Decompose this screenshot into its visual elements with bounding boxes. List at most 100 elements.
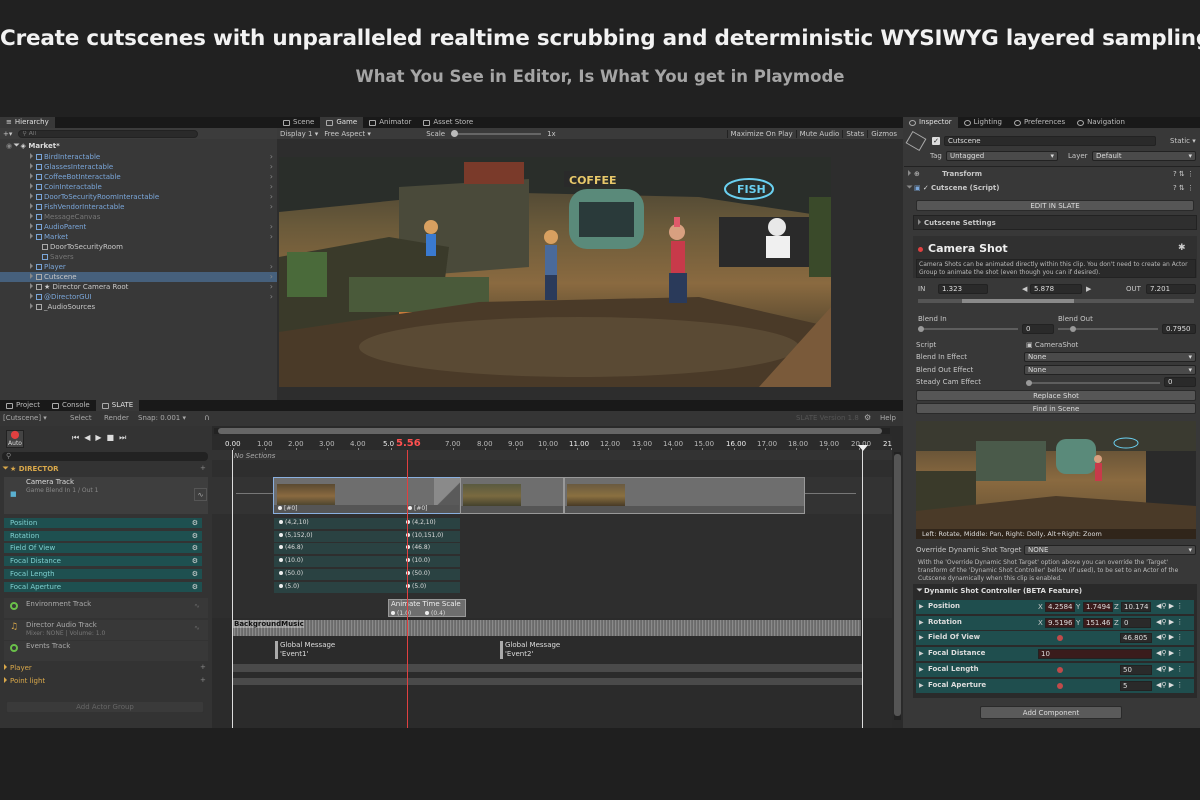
curve-icon[interactable]: ∿ xyxy=(194,488,207,501)
chevron-right-icon[interactable]: › xyxy=(270,292,273,302)
timeline-scrollbar[interactable] xyxy=(214,428,890,434)
slate-snap-dropdown[interactable]: Snap: 0.001 ▾ xyxy=(138,414,186,422)
tab-hierarchy[interactable]: ≡ Hierarchy xyxy=(0,117,55,128)
gear-icon[interactable]: ⚙ xyxy=(192,582,198,592)
track-search-input[interactable]: ⚲ xyxy=(2,452,208,461)
expand-arrow-icon[interactable] xyxy=(30,183,33,189)
expand-arrow-icon[interactable] xyxy=(30,163,33,169)
director-add-icon[interactable]: + xyxy=(200,464,206,472)
game-view[interactable]: COFFEE FISH xyxy=(279,157,831,387)
keyframe-nav-icons[interactable]: ◀⚲ ▶ ⋮ xyxy=(1156,618,1183,626)
expand-arrow-icon[interactable] xyxy=(30,173,33,179)
keyframe[interactable]: (10.0) xyxy=(406,557,430,564)
audio-track-label[interactable]: Director Audio Track xyxy=(26,621,97,629)
vector-field[interactable]: 4.2584 xyxy=(1045,602,1075,612)
keyframe[interactable]: (50.0) xyxy=(406,570,430,577)
slate-settings-icon[interactable]: ⚙ xyxy=(864,413,871,422)
hierarchy-item[interactable]: Cutscene › xyxy=(0,272,277,282)
cutscene-settings-foldout[interactable]: Cutscene Settings xyxy=(918,218,996,228)
active-checkbox[interactable]: ✓ xyxy=(932,137,940,145)
keyframe-nav-icons[interactable]: ◀⚲ ▶ ⋮ xyxy=(1156,633,1183,641)
slate-render-button[interactable]: Render xyxy=(104,414,129,422)
chevron-right-icon[interactable]: › xyxy=(270,172,273,182)
expand-arrow-icon[interactable] xyxy=(30,283,33,289)
player-add-icon[interactable]: + xyxy=(200,663,206,671)
hierarchy-item[interactable]: Market › xyxy=(0,232,277,242)
keyframe[interactable]: (46.8) xyxy=(279,544,303,551)
audio-curve-icon[interactable]: ∿ xyxy=(194,624,200,632)
vector-field[interactable]: 1.7494 xyxy=(1083,602,1113,612)
hierarchy-item[interactable]: MessageCanvas xyxy=(0,212,277,222)
find-in-scene-button[interactable]: Find in Scene xyxy=(916,403,1196,414)
mute-audio-button[interactable]: Mute Audio xyxy=(795,129,843,138)
value-field[interactable]: 10 xyxy=(1038,649,1152,660)
scene-root[interactable]: ◉ ◈ Market* xyxy=(0,141,277,151)
expand-arrow-icon[interactable] xyxy=(30,293,33,299)
vector-field[interactable]: 9.5196 xyxy=(1045,617,1075,628)
keyframe-nav-icons[interactable]: ◀⚲ ▶ ⋮ xyxy=(1156,649,1183,657)
expand-arrow-icon[interactable] xyxy=(30,213,33,219)
expand-arrow-icon[interactable]: ▶ xyxy=(919,666,924,673)
tab-asset-store[interactable]: Asset Store xyxy=(417,117,479,128)
gear-icon[interactable]: ⚙ xyxy=(192,531,198,541)
keyframe[interactable]: (4,2,10) xyxy=(406,519,436,526)
playhead-time[interactable]: 5.56 xyxy=(396,438,421,449)
chevron-right-icon[interactable]: › xyxy=(270,282,273,292)
player-group[interactable]: Player xyxy=(4,664,32,672)
director-group[interactable]: ★ DIRECTOR xyxy=(2,465,59,473)
hierarchy-item[interactable]: _AudioSources xyxy=(0,302,277,312)
keyframe[interactable]: (10.0) xyxy=(279,557,303,564)
tag-dropdown[interactable]: Untagged ▾ xyxy=(946,151,1058,161)
environment-track-label[interactable]: Environment Track xyxy=(26,600,91,608)
point-light-add-icon[interactable]: + xyxy=(200,676,206,684)
hierarchy-item[interactable]: DoorToSecurityRoom xyxy=(0,242,277,252)
out-field[interactable]: 7.201 xyxy=(1146,284,1196,294)
tab-slate[interactable]: SLATE xyxy=(95,400,140,411)
gizmos-button[interactable]: Gizmos xyxy=(867,129,900,138)
blend-out-field[interactable]: 0.7950 xyxy=(1162,324,1196,334)
keyframe-nav-icons[interactable]: ◀⚲ ▶ ⋮ xyxy=(1156,602,1183,610)
hierarchy-item[interactable]: FishVendorInteractable › xyxy=(0,202,277,212)
expand-arrow-icon[interactable]: ▶ xyxy=(919,682,924,689)
env-curve-icon[interactable]: ∿ xyxy=(194,602,200,610)
gear-icon[interactable]: ⚙ xyxy=(192,543,198,553)
magnet-icon[interactable]: ∩ xyxy=(204,413,210,422)
keyframe[interactable]: (5.0) xyxy=(406,583,426,590)
hierarchy-item[interactable]: BirdInteractable › xyxy=(0,152,277,162)
scale-slider[interactable] xyxy=(451,129,542,137)
add-actor-group-button[interactable]: Add Actor Group xyxy=(6,701,204,713)
hierarchy-item[interactable]: GlassesInteractable › xyxy=(0,162,277,172)
hierarchy-search-input[interactable]: ⚲ All xyxy=(18,129,199,138)
hierarchy-item[interactable]: Player › xyxy=(0,262,277,272)
length-field[interactable]: 5.878 xyxy=(1030,284,1082,294)
camera-track-label[interactable]: Camera Track xyxy=(26,478,74,486)
keyframe[interactable]: (46.8) xyxy=(406,544,430,551)
aspect-dropdown[interactable]: Free Aspect ▾ xyxy=(324,130,420,138)
chevron-right-icon[interactable]: › xyxy=(270,272,273,282)
hierarchy-item[interactable]: DoorToSecurityRoomInteractable › xyxy=(0,192,277,202)
tab-animator[interactable]: Animator xyxy=(363,117,417,128)
override-target-dropdown[interactable]: NONE ▾ xyxy=(1024,545,1196,555)
expand-arrow-icon[interactable]: ▶ xyxy=(919,650,924,657)
event-marker-1[interactable] xyxy=(275,641,278,659)
expand-arrow-icon[interactable] xyxy=(30,303,33,309)
gear-icon[interactable]: ⚙ xyxy=(192,518,198,528)
tab-inspector[interactable]: Inspector xyxy=(903,117,958,128)
static-toggle[interactable]: Static ▾ xyxy=(1170,136,1196,146)
shot-settings-icon[interactable]: ✱ xyxy=(1178,243,1186,253)
chevron-right-icon[interactable]: › xyxy=(270,202,273,212)
steady-cam-slider[interactable] xyxy=(1026,380,1160,386)
script-menu-icons[interactable]: ? ⇅ ⋮ xyxy=(1173,184,1194,192)
slate-help-link[interactable]: Help xyxy=(880,414,896,422)
events-track-label[interactable]: Events Track xyxy=(26,642,70,650)
tab-scene[interactable]: Scene xyxy=(277,117,320,128)
chevron-right-icon[interactable]: › xyxy=(270,192,273,202)
chevron-right-icon[interactable]: › xyxy=(270,262,273,272)
timeline-vscroll[interactable] xyxy=(894,452,901,720)
gear-icon[interactable]: ⚙ xyxy=(192,556,198,566)
keyframe[interactable]: (5,152,0) xyxy=(279,532,313,539)
value-field[interactable]: 46.805 xyxy=(1120,633,1152,644)
tab-navigation[interactable]: Navigation xyxy=(1071,117,1131,128)
hierarchy-item[interactable]: Savers xyxy=(0,252,277,262)
expand-arrow-icon[interactable] xyxy=(30,223,33,229)
